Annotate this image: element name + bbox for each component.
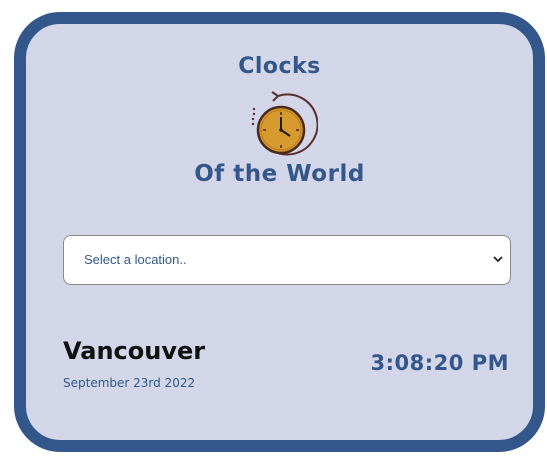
clock-card: Clocks Of the World Select a location.. … <box>14 12 545 452</box>
location-select-value: Select a location.. <box>84 252 187 267</box>
chevron-down-icon <box>491 252 505 266</box>
date-text: September 23rd 2022 <box>63 376 196 390</box>
app-title-top: Clocks <box>238 54 321 79</box>
city-name: Vancouver <box>63 337 206 365</box>
app-title-bottom: Of the World <box>194 161 365 187</box>
location-select[interactable]: Select a location.. <box>63 235 511 285</box>
time-display: 3:08:20 PM <box>370 351 509 375</box>
clock-icon <box>238 84 319 164</box>
